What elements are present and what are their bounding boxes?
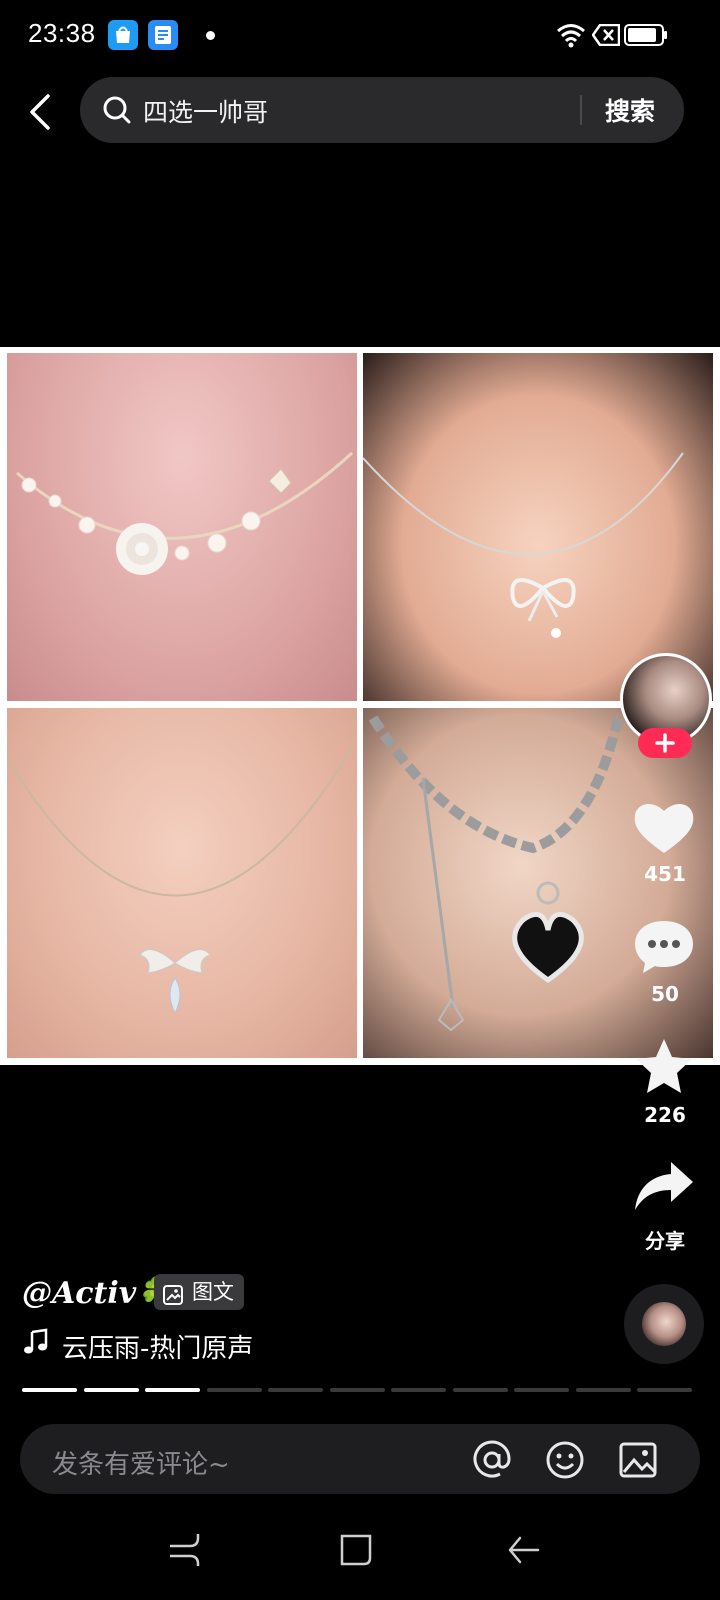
necklace-image-angel-wings [7,708,357,1058]
share-icon[interactable] [631,1158,697,1218]
share-label: 分享 [645,1229,685,1253]
search-input[interactable]: 四选一帅哥 [143,93,268,129]
progress-segment [452,1388,508,1392]
progress-segment [637,1388,692,1392]
star-icon[interactable] [631,1036,697,1096]
emoji-icon[interactable] [545,1440,585,1480]
comment-placeholder[interactable]: 发条有爱评论~ [52,1444,230,1481]
notification-dot [206,31,215,40]
battery-icon [624,24,668,50]
music-icon [22,1328,50,1363]
comment-icon[interactable] [631,917,697,977]
nav-menu-icon[interactable] [166,1530,206,1570]
search-button[interactable]: 搜索 [605,92,655,128]
music-disc[interactable] [624,1284,704,1364]
progress-segment [391,1388,446,1392]
post-image-collage[interactable] [0,347,720,1065]
notes-app-icon [148,20,178,50]
progress-segment [268,1388,323,1392]
back-icon[interactable] [26,92,56,132]
like-count: 451 [644,862,686,886]
search-icon [102,95,132,129]
progress-segment [514,1388,569,1392]
necklace-image-rose-pearl [7,353,357,701]
comment-count: 50 [651,982,679,1006]
progress-segment [575,1388,631,1392]
progress-segment [22,1388,77,1392]
image-icon[interactable] [618,1440,658,1480]
progress-segment [145,1388,200,1392]
progress-segment [329,1388,385,1392]
shopping-bag-icon [108,20,138,50]
progress-segment [83,1388,139,1392]
heart-icon[interactable] [631,797,697,857]
wifi-icon [556,22,586,52]
author-name[interactable]: @Activ🍀 [22,1276,174,1311]
music-title[interactable]: 云压雨-热门原声 [62,1328,253,1365]
image-progress-indicator [22,1388,700,1392]
image-post-tag: 图文 [154,1274,244,1310]
image-tag-icon [162,1281,184,1317]
search-bar[interactable]: 四选一帅哥 搜索 [80,77,684,143]
at-icon[interactable] [472,1440,512,1480]
nav-home-icon[interactable] [336,1530,376,1570]
status-time: 23:38 [28,18,96,48]
necklace-image-silver-bow [363,353,713,701]
follow-button[interactable] [638,728,692,758]
favorite-count: 226 [644,1103,686,1127]
sim-off-icon [591,23,621,50]
music-disc-cover [642,1302,686,1346]
nav-back-icon[interactable] [504,1530,544,1570]
progress-segment [206,1388,262,1392]
search-divider [580,95,582,125]
image-post-tag-label: 图文 [192,1280,234,1304]
comment-input-bar[interactable]: 发条有爱评论~ [20,1424,700,1494]
